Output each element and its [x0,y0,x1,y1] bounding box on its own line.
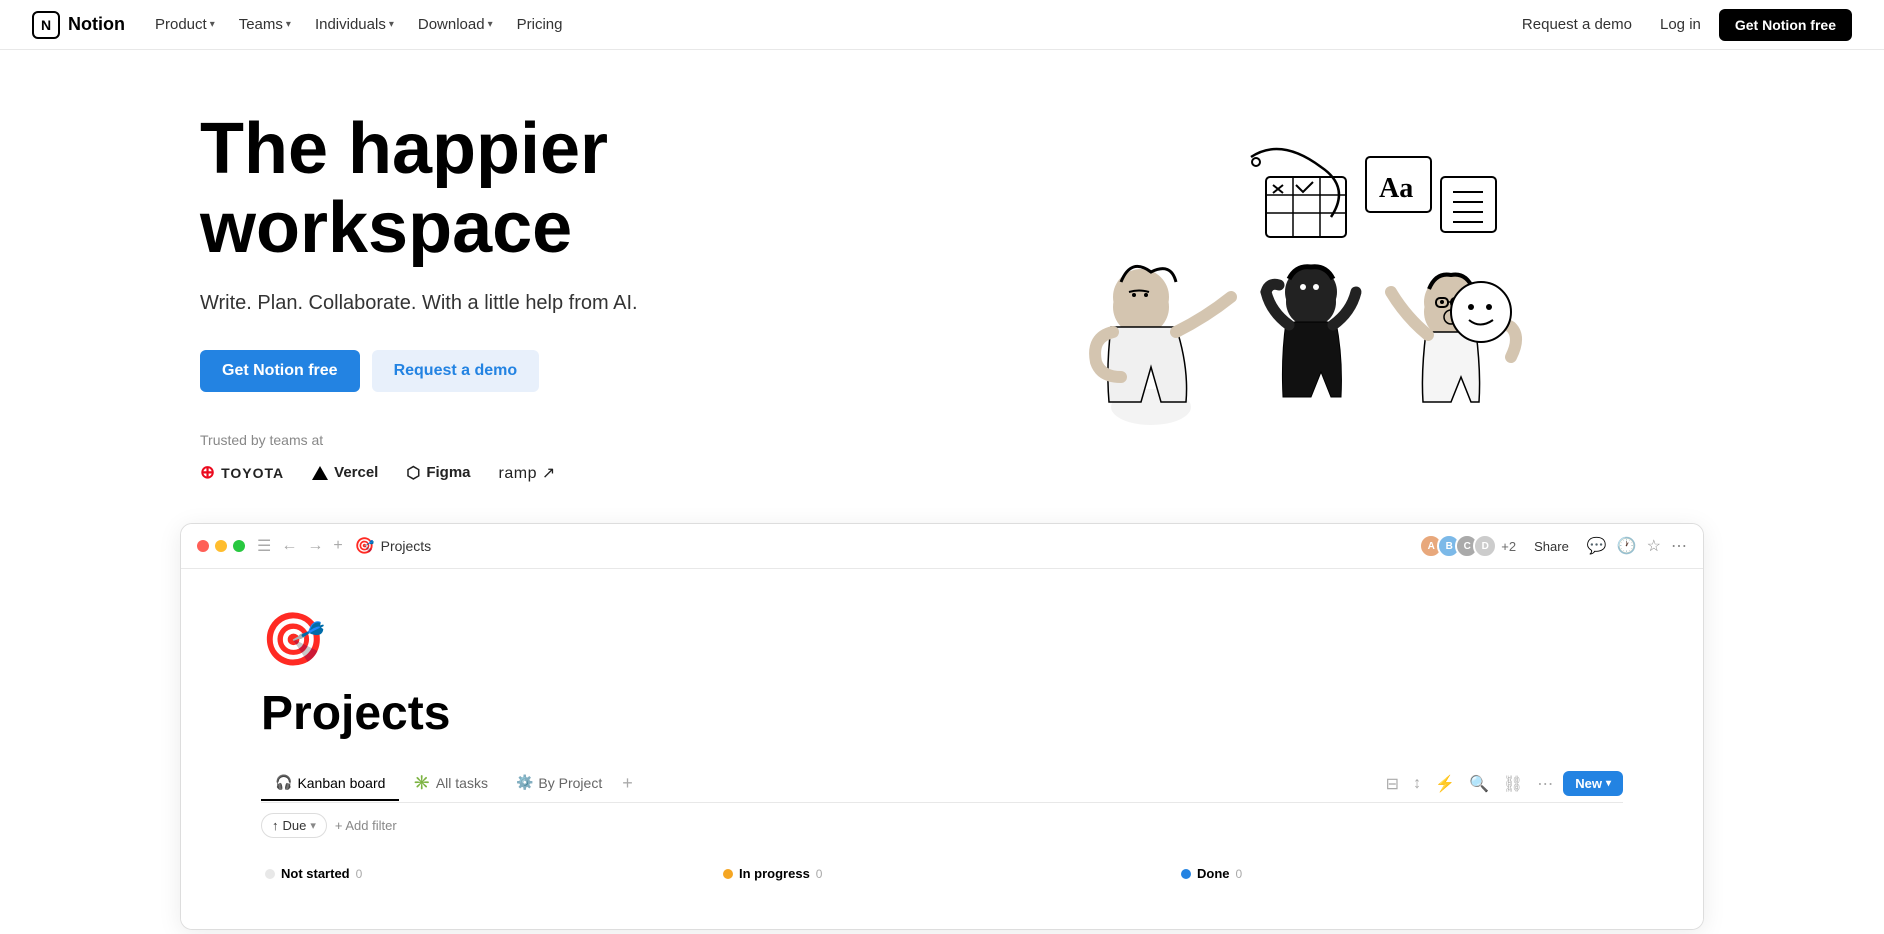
forward-icon[interactable]: → [307,537,323,555]
nav-right: Request a demo Log in Get Notion free [1512,9,1852,41]
lightning-icon[interactable]: ⚡ [1431,770,1459,798]
avatar-overflow-count: +2 [1501,539,1516,554]
share-button[interactable]: Share [1526,536,1577,557]
due-icon: ↑ [272,818,279,833]
app-window: ☰ ← → + 🎯 Projects A B C D +2 Share 💬 🕐 … [180,523,1704,930]
kanban-board: Not started 0 In progress 0 Done 0 [261,848,1623,889]
hero-subtitle: Write. Plan. Collaborate. With a little … [200,288,638,318]
kanban-col-in-progress: In progress 0 [719,860,1165,889]
nav-item-individuals[interactable]: Individuals ▾ [305,10,404,39]
logo-icon: N [32,11,60,39]
vercel-triangle-icon [312,466,328,480]
nav-item-download[interactable]: Download ▾ [408,10,503,39]
trusted-logos: ⊕ TOYOTA Vercel ⬡ Figma ramp ↗ [200,462,638,483]
comments-icon[interactable]: 💬 [1587,536,1607,556]
hero-get-free-button[interactable]: Get Notion free [200,350,360,392]
trusted-label: Trusted by teams at [200,432,638,448]
chevron-down-icon: ▾ [210,19,215,30]
database-tabs: 🎧 Kanban board ✳️ All tasks ⚙️ By Projec… [261,765,1623,803]
tab-by-project[interactable]: ⚙️ By Project [502,766,616,801]
login-link[interactable]: Log in [1650,10,1711,39]
kanban-col-header-not-started: Not started 0 [261,860,707,889]
get-notion-free-button[interactable]: Get Notion free [1719,9,1852,41]
toyota-logo: ⊕ TOYOTA [200,462,284,483]
not-started-dot [265,869,275,879]
kanban-col-done: Done 0 [1177,860,1623,889]
kanban-col-not-started: Not started 0 [261,860,707,889]
titlebar-right: A B C D +2 Share 💬 🕐 ☆ ⋯ [1419,534,1687,558]
favorite-icon[interactable]: ☆ [1647,536,1661,556]
trusted-section: Trusted by teams at ⊕ TOYOTA Vercel ⬡ Fi… [200,432,638,483]
search-icon[interactable]: 🔍 [1465,770,1493,798]
window-controls [197,540,245,552]
tab-kanban-board[interactable]: 🎧 Kanban board [261,766,399,801]
sort-icon[interactable]: ↕ [1409,771,1425,797]
titlebar-nav-icons: ☰ ← → + [257,536,343,556]
filter-chevron-icon: ▾ [310,819,316,832]
new-button[interactable]: New ▾ [1563,771,1623,796]
kanban-col-header-done: Done 0 [1177,860,1623,889]
navbar: N Notion Product ▾ Teams ▾ Individuals ▾… [0,0,1884,50]
ramp-logo: ramp ↗ [499,463,556,483]
hero-illustration: Aa [678,117,1884,477]
add-icon[interactable]: + [333,537,342,555]
chevron-down-icon: ▾ [286,19,291,30]
chevron-down-icon: ▾ [488,19,493,30]
hero-section: The happier workspace Write. Plan. Colla… [0,50,1884,523]
more-options-icon[interactable]: ⋯ [1533,770,1557,798]
figma-logo: ⬡ Figma [406,463,470,483]
tab-all-tasks[interactable]: ✳️ All tasks [399,766,502,801]
nav-item-product[interactable]: Product ▾ [145,10,225,39]
page-icon-small: 🎯 [355,536,375,556]
nav-left: N Notion Product ▾ Teams ▾ Individuals ▾… [32,10,572,39]
kanban-col-header-in-progress: In progress 0 [719,860,1165,889]
avatar-4: D [1473,534,1497,558]
chevron-down-icon: ▾ [389,19,394,30]
nav-item-pricing[interactable]: Pricing [507,10,573,39]
new-chevron-icon: ▾ [1606,778,1611,789]
hero-title: The happier workspace [200,110,638,268]
done-dot [1181,869,1191,879]
close-button[interactable] [197,540,209,552]
vercel-logo: Vercel [312,464,378,481]
by-project-icon: ⚙️ [516,774,533,791]
page-title: Projects [261,686,1623,741]
filter-bar: ↑ Due ▾ + Add filter [261,803,1623,848]
kanban-icon: 🎧 [275,774,292,791]
toyota-icon: ⊕ [200,462,215,483]
hero-text: The happier workspace Write. Plan. Colla… [200,110,638,483]
breadcrumb: 🎯 Projects [355,536,432,556]
figma-icon: ⬡ [406,463,420,483]
in-progress-dot [723,869,733,879]
hero-svg: Aa [1021,117,1541,477]
hero-buttons: Get Notion free Request a demo [200,350,638,392]
link-icon[interactable]: ⛓ [1499,770,1527,798]
back-icon[interactable]: ← [281,537,297,555]
nav-item-teams[interactable]: Teams ▾ [229,10,301,39]
hamburger-icon[interactable]: ☰ [257,536,271,556]
logo-text: Notion [68,14,125,35]
add-filter-button[interactable]: + Add filter [335,818,397,833]
history-icon[interactable]: 🕐 [1617,536,1637,556]
app-body: 🎯 Projects 🎧 Kanban board ✳️ All tasks ⚙… [181,569,1703,929]
add-tab-button[interactable]: + [616,765,639,802]
collaborator-avatars: A B C D +2 [1419,534,1516,558]
logo[interactable]: N Notion [32,11,125,39]
minimize-button[interactable] [215,540,227,552]
request-demo-link[interactable]: Request a demo [1512,10,1642,39]
logo-letter: N [41,17,51,33]
filter-icon[interactable]: ⊟ [1382,770,1403,798]
page-emoji-icon: 🎯 [261,609,1623,670]
database-toolbar: ⊟ ↕ ⚡ 🔍 ⛓ ⋯ New ▾ [1382,770,1623,798]
svg-text:Aa: Aa [1379,173,1413,204]
all-tasks-icon: ✳️ [413,774,430,791]
app-titlebar: ☰ ← → + 🎯 Projects A B C D +2 Share 💬 🕐 … [181,524,1703,569]
more-icon[interactable]: ⋯ [1671,536,1687,556]
due-filter-chip[interactable]: ↑ Due ▾ [261,813,327,838]
maximize-button[interactable] [233,540,245,552]
hero-request-demo-button[interactable]: Request a demo [372,350,540,392]
